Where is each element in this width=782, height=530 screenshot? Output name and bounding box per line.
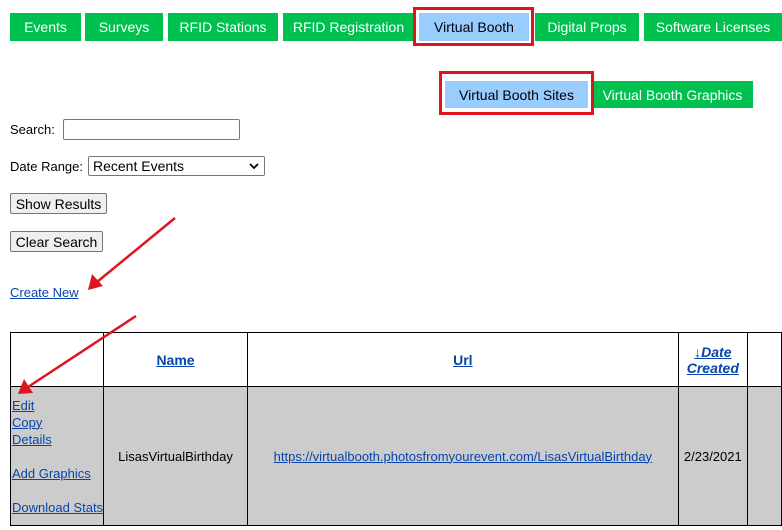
row-url-link[interactable]: https://virtualbooth.photosfromyourevent… [274,449,652,464]
tab-events[interactable]: Events [10,13,81,41]
chevron-down-icon [249,163,259,170]
details-link[interactable]: Details [12,431,52,448]
highlight-box [413,7,534,46]
actions-header [9,332,105,387]
clear-search-button[interactable]: Clear Search [10,231,103,252]
show-results-button[interactable]: Show Results [10,193,107,214]
subtab-virtual-booth-graphics[interactable]: Virtual Booth Graphics [592,81,753,108]
edit-link[interactable]: Edit [12,397,34,414]
row-date: 2/23/2021 [683,448,742,464]
results-table: Name Url ↓Date Created Edit Copy Details… [9,332,782,526]
table-row: Edit Copy Details Add Graphics Download … [9,386,782,526]
tab-rfid-registration[interactable]: RFID Registration [283,13,414,41]
url-header: Url [246,332,679,387]
row-date-cell: 2/23/2021 [677,386,748,526]
tab-rfid-stations[interactable]: RFID Stations [168,13,278,41]
extra-header [746,332,782,387]
arrow-head-create [88,274,103,290]
row-extra-cell [746,386,782,526]
add-graphics-link[interactable]: Add Graphics [12,465,91,482]
tab-surveys[interactable]: Surveys [85,13,163,41]
date-range-label: Date Range: [10,159,83,174]
search-label: Search: [10,122,55,137]
date-range-value: Recent Events [93,158,185,174]
search-input[interactable] [63,119,240,140]
create-new-link[interactable]: Create New [10,285,79,300]
row-actions: Edit Copy Details Add Graphics Download … [9,386,105,526]
sort-url-link[interactable]: Url [453,352,472,368]
sort-name-link[interactable]: Name [156,352,194,368]
highlight-box [439,71,594,115]
name-header: Name [103,332,248,387]
download-stats-link[interactable]: Download Stats [12,499,103,516]
sort-date-link[interactable]: ↓Date Created [687,344,739,376]
tab-digital-props[interactable]: Digital Props [535,13,639,41]
copy-link[interactable]: Copy [12,414,42,431]
table-header-row: Name Url ↓Date Created [9,332,782,387]
row-name-cell: LisasVirtualBirthday [103,386,248,526]
date-range-select[interactable]: Recent Events [88,156,265,176]
row-url-cell: https://virtualbooth.photosfromyourevent… [246,386,679,526]
tab-software-licenses[interactable]: Software Licenses [644,13,782,41]
date-header: ↓Date Created [677,332,748,387]
row-name: LisasVirtualBirthday [118,448,233,464]
arrow-line-create [96,217,176,283]
